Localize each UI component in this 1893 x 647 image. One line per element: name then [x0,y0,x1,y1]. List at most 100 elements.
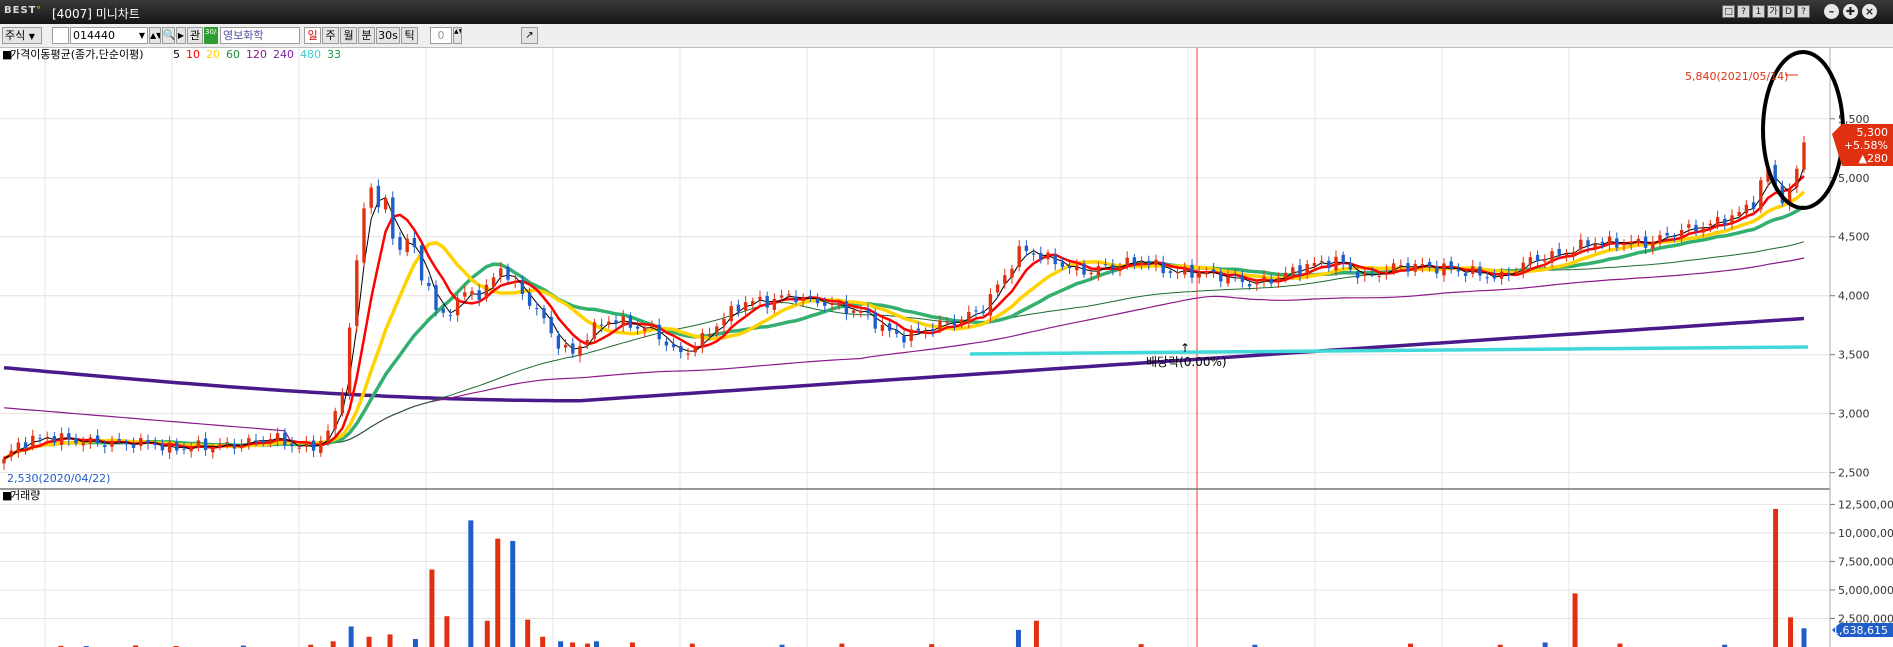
period-month-button[interactable]: 월 [340,27,357,44]
candle-body [319,440,323,453]
candle-body [139,438,143,446]
move-icon[interactable]: ✚ [1843,4,1858,19]
candle-body [1579,239,1583,250]
gwan-button[interactable]: 관 [187,27,203,44]
period-tick-button[interactable]: 틱 [401,27,418,44]
candle-body [1377,275,1381,277]
candle-body [239,445,244,449]
candle-body [1341,254,1345,264]
search-icon[interactable]: 🔍 [162,27,175,44]
candle-body [1651,241,1655,249]
candle-body [1226,276,1230,284]
ma-period-label: 60 [226,48,240,61]
candle-body [283,432,287,446]
candle-body [974,310,978,312]
period-day-button[interactable]: 일 [304,27,321,44]
period-minute-button[interactable]: 분 [358,27,375,44]
close-icon[interactable]: × [1862,4,1877,19]
candle-body [1269,278,1273,284]
stock-code-input[interactable]: 014440 ▼ [70,27,148,44]
candle-body [1154,259,1158,265]
candle-body [995,284,1000,293]
period-week-button[interactable]: 주 [322,27,339,44]
candle-body [808,295,813,297]
ma-period-label: 480 [300,48,321,61]
window-option-button-3[interactable]: 1 [1752,5,1765,18]
count-stepper-icon[interactable]: ▲▼ [453,27,462,44]
candle-body [117,438,121,441]
candle-body [376,185,381,208]
candle-body [124,442,129,445]
candle-body [16,442,21,453]
app-logo: BEST° [4,5,42,16]
count-input[interactable]: 0 [430,27,452,44]
candle-body [232,444,237,449]
window-option-button-1[interactable]: □ [1722,5,1735,18]
candle-body [959,319,964,325]
window-help-button[interactable]: ? [1797,5,1810,18]
candle-body [1672,236,1677,238]
stepper-icon[interactable]: ▲▼ [149,27,161,44]
ma-period-label: 20 [206,48,220,61]
candle-body [434,285,438,310]
code-lookup-button[interactable] [52,27,69,44]
market-select[interactable]: 주식 ▼ [2,27,42,44]
candle-body [549,316,553,334]
stock-chart[interactable]: 2,5003,0003,5004,0004,5005,0005,500 2,50… [0,48,1893,647]
volume-tick-label: 7,500,000 [1838,555,1893,568]
candle-body [664,341,669,346]
badge-icon[interactable]: 30/45 [204,27,218,44]
candle-body [175,441,179,451]
candle-body [1262,276,1266,282]
candle-body [851,310,856,313]
ma-period-label: 240 [273,48,294,61]
candle-body [1255,281,1259,285]
volume-bar [495,538,501,647]
volume-panel-label: 거래량 [10,489,40,502]
candle-body [297,447,301,449]
settings-icon[interactable]: ↗ [521,27,538,44]
chevron-down-icon: ▼ [138,31,145,40]
candle-body [211,447,215,453]
candle-body [23,442,28,449]
candle-body [499,268,503,277]
candle-body [1629,241,1633,244]
candle-body [81,443,85,446]
candle-body [859,310,863,313]
volume-bar [585,643,591,647]
window-option-button-2[interactable]: ? [1737,5,1750,18]
candle-body [1586,240,1590,247]
minimize-icon[interactable]: – [1824,4,1839,19]
candle-body [1291,267,1295,275]
candle-body [520,280,525,295]
play-icon[interactable]: ▶ [176,27,186,44]
candle-body [1643,236,1648,248]
candle-body [45,438,49,440]
stock-code-value: 014440 [73,29,115,42]
period-30s-button[interactable]: 30s [376,27,400,44]
candle-body [225,441,229,443]
candle-body [455,298,460,316]
candle-body [1039,252,1043,260]
ex-dividend-label: 배당락(0.00%) [1146,355,1227,369]
volume-bar [444,616,450,647]
candle-body [1211,269,1216,272]
volume-bar [412,639,418,647]
candle-body [1075,265,1079,271]
candle-body [1571,251,1576,256]
candle-body [1543,260,1547,262]
window-option-button-5[interactable]: D [1782,5,1795,18]
candle-body [1067,266,1072,269]
candle-body [866,309,870,314]
candle-body [340,394,345,414]
candle-body [95,435,100,444]
candle-body [952,320,957,326]
candle-body [715,326,719,333]
window-option-button-4[interactable]: 가 [1767,5,1780,18]
price-tick-label: 5,000 [1838,172,1870,185]
title-bar: BEST° [4007] 미니차트 □ ? 1 가 D ? – ✚ × [0,0,1893,24]
candle-body [1089,272,1093,275]
candle-body [1636,238,1641,244]
candle-body [1492,275,1497,279]
candle-body [1802,142,1806,170]
